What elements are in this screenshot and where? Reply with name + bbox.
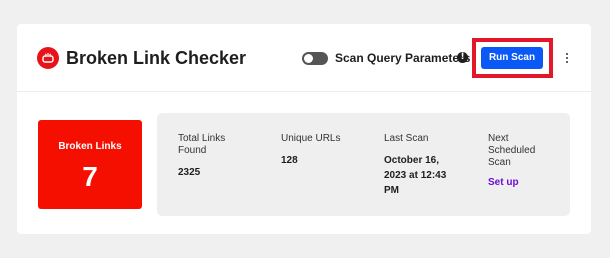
unique-urls-label: Unique URLs bbox=[281, 133, 341, 144]
broken-links-summary: Broken Links 7 bbox=[38, 120, 142, 209]
last-scan-date-line-1: October 16, bbox=[384, 155, 440, 166]
set-up-schedule-link[interactable]: Set up bbox=[488, 177, 535, 189]
unique-urls-stat: Unique URLs 128 bbox=[281, 133, 340, 168]
last-scan-label: Last Scan bbox=[384, 133, 429, 144]
next-scan-label-line-3: Scan bbox=[488, 157, 511, 168]
broken-link-checker-card: Broken Link Checker Scan Query Parameter… bbox=[17, 24, 591, 234]
last-scan-date-line-2: 2023 at 12:43 bbox=[384, 170, 447, 181]
next-scan-label-line-2: Scheduled bbox=[488, 145, 536, 156]
scan-query-parameters-toggle[interactable] bbox=[302, 52, 328, 65]
info-icon[interactable]: ! bbox=[457, 52, 468, 63]
total-links-stat: Total Links Found 2325 bbox=[178, 133, 225, 180]
next-scan-label-line-1: Next bbox=[488, 133, 509, 144]
run-scan-button[interactable]: Run Scan bbox=[481, 47, 543, 69]
scan-stats-panel: Total Links Found 2325 Unique URLs 128 L… bbox=[157, 113, 570, 216]
toggle-knob bbox=[304, 54, 313, 63]
last-scan-stat: Last Scan October 16, 2023 at 12:43 PM bbox=[384, 133, 446, 198]
card-header: Broken Link Checker Scan Query Parameter… bbox=[17, 24, 591, 92]
unique-urls-value: 128 bbox=[281, 155, 298, 166]
total-links-label-line-2: Found bbox=[178, 145, 207, 156]
total-links-label-line-1: Total Links bbox=[178, 133, 226, 144]
scan-query-parameters-label: Scan Query Parameters bbox=[335, 51, 471, 65]
broken-links-label: Broken Links bbox=[58, 141, 122, 152]
broken-links-count: 7 bbox=[82, 161, 98, 192]
more-vertical-icon[interactable] bbox=[561, 51, 573, 65]
next-scheduled-scan-stat: Next Scheduled Scan Set up bbox=[488, 133, 535, 189]
page-title: Broken Link Checker bbox=[66, 48, 247, 68]
broken-link-icon bbox=[37, 47, 59, 69]
last-scan-date-line-3: PM bbox=[384, 185, 399, 196]
total-links-value: 2325 bbox=[178, 167, 201, 178]
